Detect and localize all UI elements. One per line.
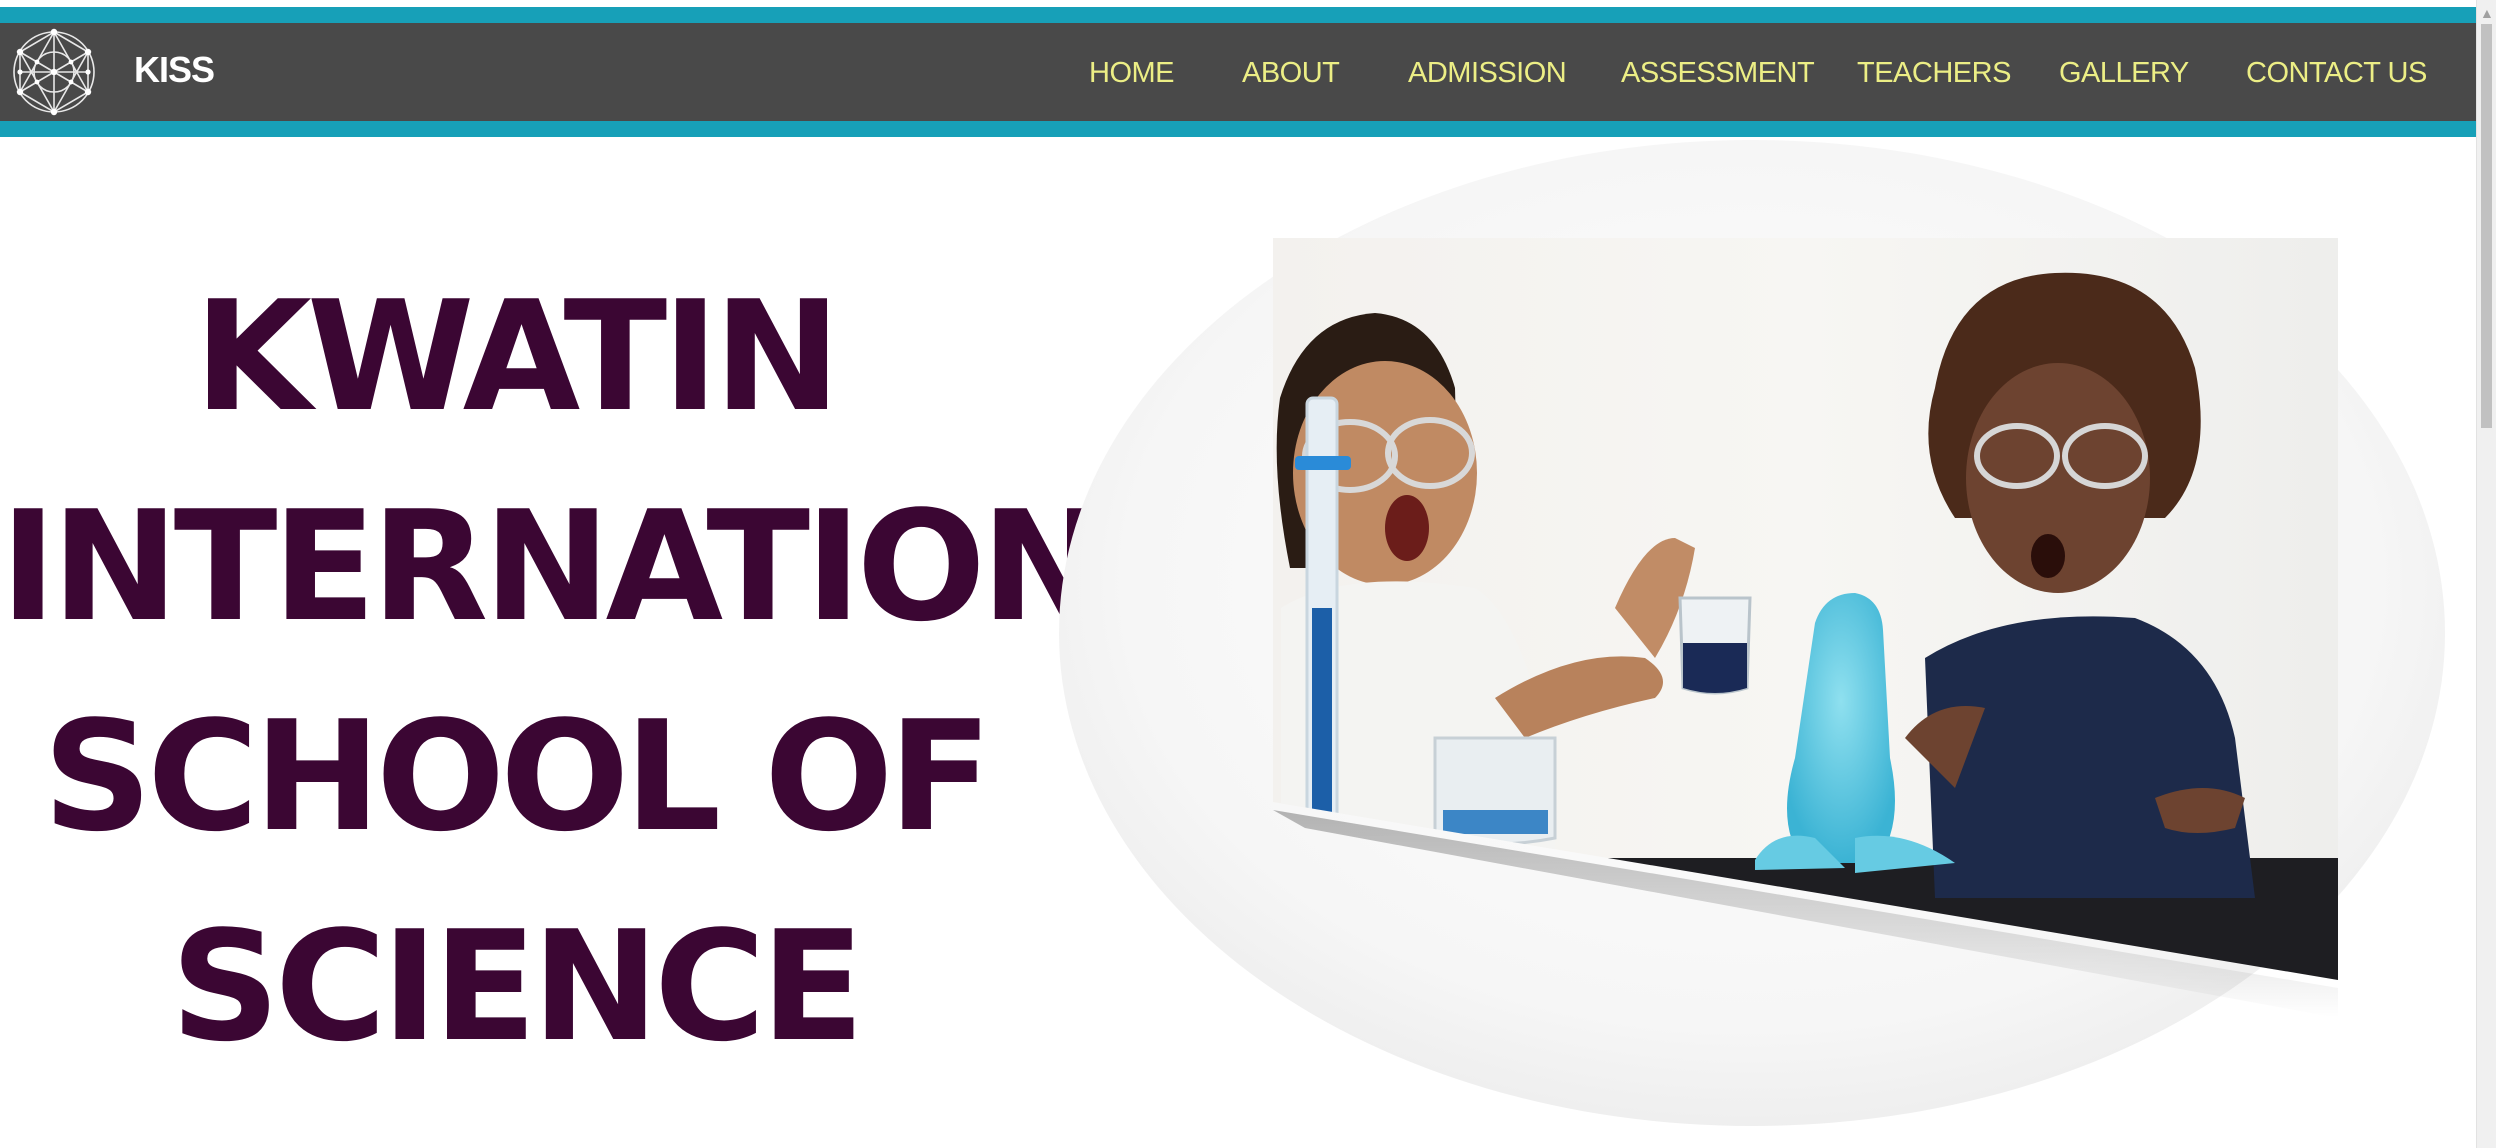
navbar: KISS HOME ABOUT ADMISSION ASSESSMENT TEA… [0,7,2476,137]
scrollbar[interactable]: ▲ [2476,0,2496,1148]
nav-admission[interactable]: ADMISSION [1408,57,1567,90]
network-globe-icon[interactable] [10,25,98,119]
nav-about[interactable]: ABOUT [1242,57,1340,90]
scroll-up-arrow-icon[interactable]: ▲ [2480,6,2494,20]
nav-home[interactable]: HOME [1089,57,1175,90]
hero-image [1059,140,2445,1126]
hero-title-line: SCIENCE [170,897,864,1075]
scroll-thumb[interactable] [2481,24,2492,428]
hero-title-line: KWATIN [194,267,841,445]
hero-title-line: SCHOOL OF [42,687,992,865]
nav-contact-us[interactable]: CONTACT US [2246,57,2427,90]
nav-teachers[interactable]: TEACHERS [1857,57,2011,90]
top-stripe [0,0,2476,7]
nav-assessment[interactable]: ASSESSMENT [1621,57,1815,90]
brand-link[interactable]: KISS [134,49,215,91]
nav-gallery[interactable]: GALLERY [2059,57,2189,90]
hero-title-line: INTERNATIONAL [0,477,1313,655]
hero-title: KWATIN INTERNATIONAL SCHOOL OF SCIENCE [0,252,1313,1092]
